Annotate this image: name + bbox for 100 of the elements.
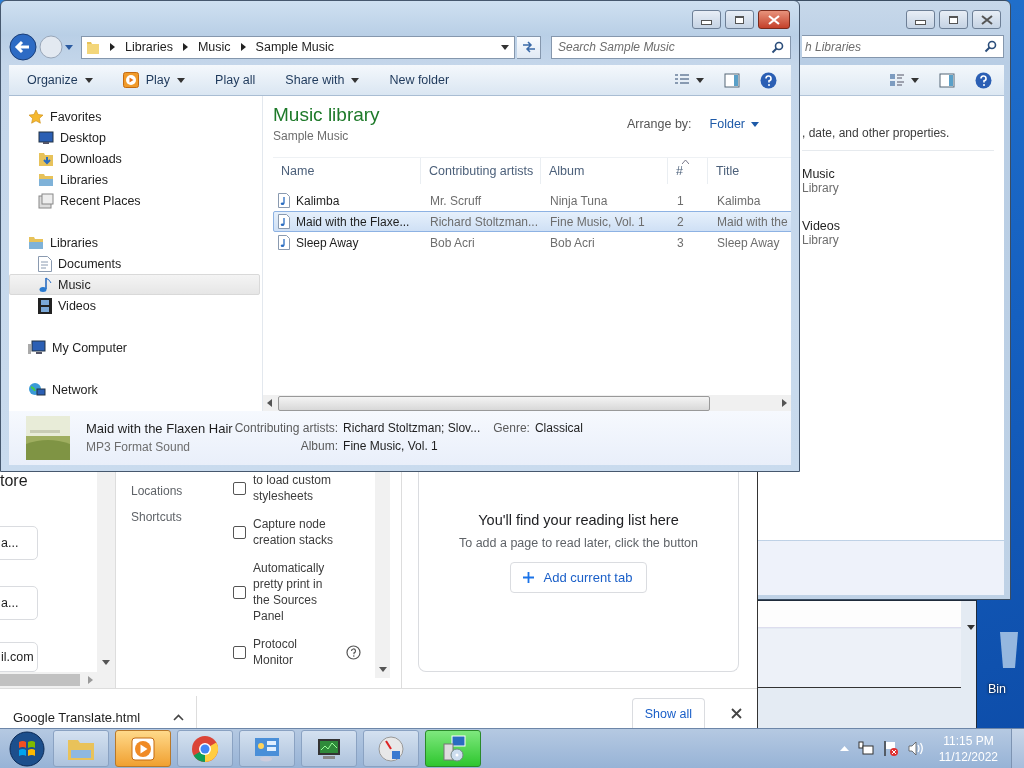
scrollbar-thumb[interactable] (278, 395, 710, 411)
nav-item[interactable]: Libraries (9, 169, 260, 190)
dropdown-field[interactable] (758, 601, 961, 628)
file-row[interactable]: Maid with the Flaxe... Richard Stoltzman... Fine Music, Vol. 1 2 Maid with the (273, 211, 791, 232)
caret-icon[interactable] (967, 625, 975, 630)
account-field[interactable]: a... (0, 526, 38, 560)
file-row[interactable]: Sleep Away Bob Acri Bob Acri 3 Sleep Away (273, 232, 791, 253)
toolbar-button[interactable]: Share with (285, 73, 360, 87)
scroll-down-icon[interactable] (102, 660, 110, 665)
column-header[interactable]: Album (541, 158, 668, 184)
toolbar-button[interactable]: New folder (389, 73, 450, 87)
library-name[interactable]: Music (802, 167, 1004, 181)
show-all-button[interactable]: Show all (631, 698, 705, 728)
scroll-right-icon[interactable] (782, 399, 787, 407)
chevron-right-icon[interactable] (110, 43, 115, 51)
back-button[interactable] (9, 33, 37, 61)
breadcrumb[interactable]: Music (197, 40, 231, 54)
scrollbar-thumb[interactable] (0, 674, 80, 686)
close-button[interactable] (758, 10, 790, 29)
network-icon[interactable] (857, 740, 874, 757)
nav-item[interactable]: Libraries (9, 232, 260, 253)
property-label: Album: (299, 439, 339, 453)
scrollbar[interactable] (0, 672, 97, 688)
volume-icon[interactable] (907, 741, 924, 756)
search-icon (984, 40, 997, 53)
close-button[interactable] (972, 10, 1001, 29)
preview-pane-icon[interactable] (724, 72, 740, 88)
nav-item[interactable]: Network (9, 379, 260, 400)
property-value[interactable]: Fine Music, Vol. 1 (343, 439, 481, 453)
table-cell-text: Kalimba (716, 193, 762, 208)
add-current-tab-button[interactable]: Add current tab (509, 562, 648, 593)
chevron-right-icon[interactable] (240, 43, 246, 51)
settings-nav-item[interactable]: Locations (131, 484, 233, 498)
maximize-button[interactable] (939, 10, 968, 29)
start-button[interactable] (9, 730, 45, 767)
breadcrumb[interactable]: Libraries (125, 40, 173, 54)
minimize-button[interactable] (906, 10, 935, 29)
library-name[interactable]: Videos (802, 219, 1004, 233)
nav-item[interactable]: Downloads (9, 148, 260, 169)
search-field[interactable]: Search Sample Music (551, 35, 791, 59)
play-icon (130, 735, 156, 762)
checkbox[interactable] (233, 585, 246, 599)
close-icon[interactable] (731, 708, 742, 719)
nav-item[interactable]: My Computer (9, 337, 260, 358)
music-file-icon (278, 214, 290, 229)
taskbar-button[interactable] (301, 730, 357, 767)
search-field[interactable]: h Libraries (802, 35, 1004, 58)
preview-pane-icon[interactable] (939, 72, 955, 88)
table-cell-text: Mr. Scruff (429, 193, 483, 208)
checkbox[interactable] (233, 525, 246, 539)
arrange-dropdown[interactable]: Folder (709, 117, 759, 131)
toolbar-button[interactable]: Play (122, 72, 186, 88)
chevron-right-icon[interactable] (182, 43, 188, 51)
column-header[interactable]: Title (708, 158, 791, 184)
view-icon[interactable] (889, 73, 905, 87)
address-bar[interactable]: Libraries Music Sample Music (81, 35, 515, 59)
view-icon[interactable] (674, 73, 690, 87)
recycle-bin-icon[interactable] (998, 630, 1020, 670)
arrange-label: Arrange by: (626, 117, 692, 131)
help-icon[interactable] (975, 71, 992, 89)
flag-icon[interactable] (882, 740, 899, 757)
property-value[interactable]: Classical (534, 421, 583, 435)
table-cell-text: Bob Acri (549, 235, 596, 250)
nav-item[interactable]: Recent Places (9, 190, 260, 211)
file-row[interactable]: Kalimba Mr. Scruff Ninja Tuna 1 Kalimba (273, 190, 791, 211)
toolbar-button[interactable]: Play all (215, 73, 256, 87)
chevron-up-icon[interactable] (173, 714, 184, 721)
help-icon[interactable] (760, 71, 777, 89)
help-icon[interactable] (346, 644, 361, 660)
nav-item[interactable]: Favorites (9, 106, 260, 127)
download-item[interactable]: Google Translate.html (0, 710, 163, 728)
nav-item[interactable]: Videos (9, 295, 260, 316)
refresh-button[interactable] (517, 35, 541, 59)
nav-item[interactable]: Desktop (9, 127, 260, 148)
nav-item[interactable]: Music (9, 274, 260, 295)
property-value[interactable]: Richard Stoltzman; Slov... (343, 421, 481, 435)
toolbar-button[interactable]: Organize (27, 73, 93, 87)
music-note-icon (38, 276, 52, 293)
breadcrumb[interactable]: Sample Music (255, 40, 335, 54)
minimize-button[interactable] (692, 10, 721, 29)
scroll-left-icon[interactable] (267, 399, 272, 407)
checkbox[interactable] (233, 481, 246, 495)
caret-icon[interactable] (696, 77, 704, 83)
desktop-icon-label[interactable]: Bin (988, 682, 1007, 696)
maximize-button[interactable] (725, 10, 754, 29)
caret-icon[interactable] (911, 77, 919, 83)
section-heading: tore (0, 472, 28, 490)
scroll-down-icon[interactable] (378, 667, 387, 672)
checkbox[interactable] (233, 645, 246, 659)
scrollbar[interactable] (375, 470, 390, 678)
column-header[interactable]: Name (273, 158, 421, 184)
scrollbar[interactable] (263, 395, 791, 411)
settings-nav-item[interactable]: Shortcuts (131, 510, 233, 524)
file-title: Maid with the Flaxen Hair (86, 420, 233, 436)
column-header[interactable]: Contributing artists (421, 158, 541, 184)
column-header[interactable]: # (668, 158, 708, 184)
caret-icon[interactable] (501, 44, 509, 50)
nav-item[interactable]: Documents (9, 253, 260, 274)
account-field[interactable]: a... (0, 586, 38, 620)
scrollbar[interactable] (97, 470, 115, 688)
